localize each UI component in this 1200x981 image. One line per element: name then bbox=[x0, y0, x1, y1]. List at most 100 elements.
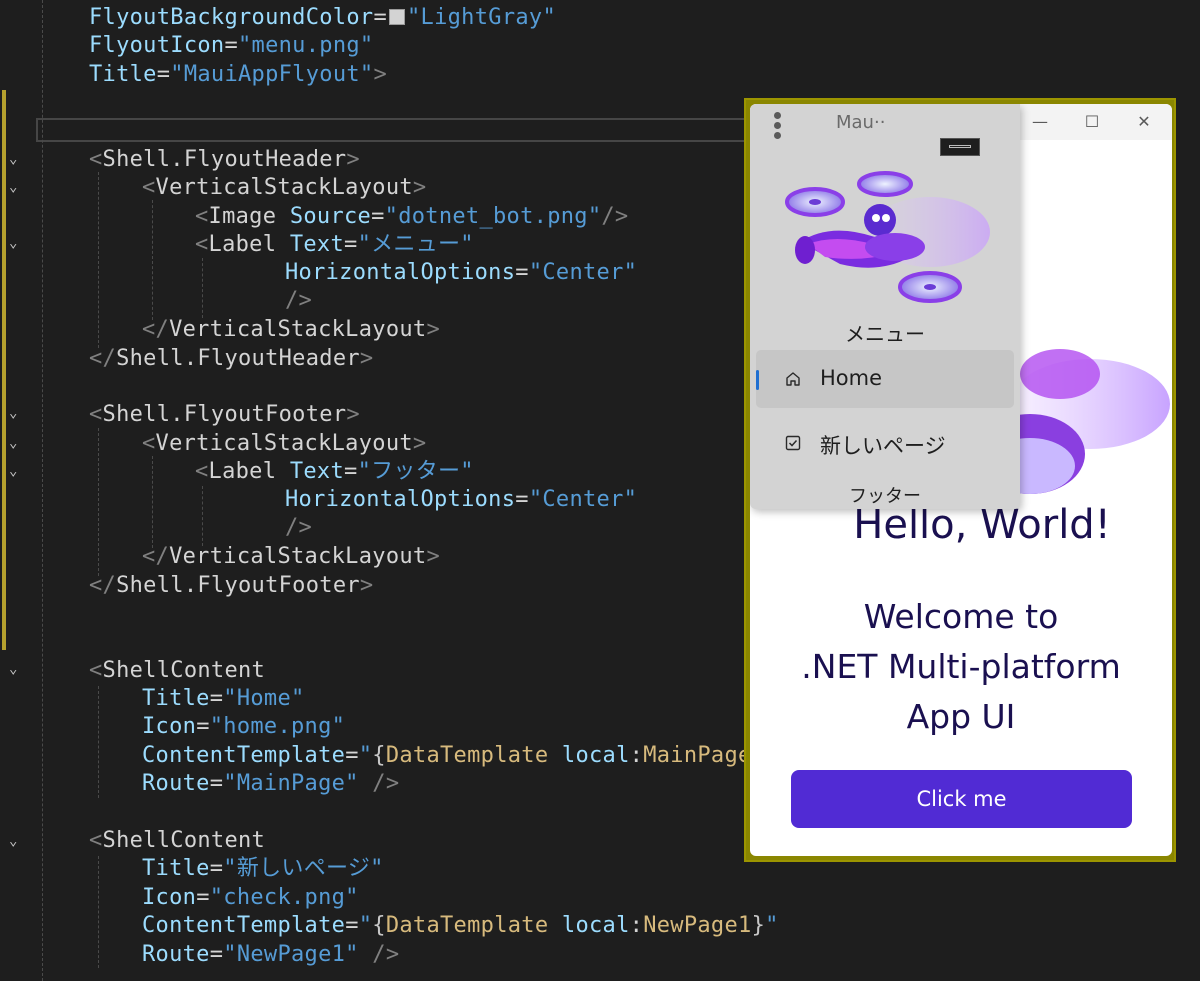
indent-guide bbox=[42, 0, 43, 981]
maui-app-window: — ☐ ✕ Hello, World! Welcome to .NET Mult… bbox=[750, 104, 1172, 856]
code-token: Image bbox=[208, 204, 290, 229]
fold-chevron-icon[interactable]: ⌄ bbox=[9, 662, 17, 676]
code-token: /> bbox=[601, 204, 629, 229]
code-token: "dotnet_bot.png" bbox=[384, 204, 602, 229]
click-me-button[interactable]: Click me bbox=[791, 770, 1132, 828]
code-line: Title="Home" bbox=[142, 685, 305, 713]
code-token: = bbox=[515, 487, 529, 512]
code-token: > bbox=[412, 175, 427, 200]
minimize-button[interactable]: — bbox=[1020, 108, 1060, 136]
code-token: "NewPage1" bbox=[223, 942, 359, 967]
fold-chevron-icon[interactable]: ⌄ bbox=[9, 180, 17, 194]
code-line: Title="新しいページ" bbox=[142, 855, 384, 883]
code-line: FlyoutIcon="menu.png" bbox=[89, 32, 373, 60]
indent-guide bbox=[152, 456, 153, 548]
home-icon bbox=[786, 372, 800, 386]
code-token: ShellContent bbox=[102, 658, 266, 683]
code-token: < bbox=[89, 828, 103, 853]
code-line: Icon="home.png" bbox=[142, 713, 345, 741]
code-token: > bbox=[359, 573, 374, 598]
flyout-footer-label: フッター bbox=[849, 486, 921, 507]
code-token: "Center" bbox=[528, 487, 638, 512]
maximize-button[interactable]: ☐ bbox=[1072, 108, 1112, 136]
code-token: HorizontalOptions bbox=[285, 260, 516, 285]
code-token: VerticalStackLayout bbox=[155, 175, 413, 200]
code-token: ShellContent bbox=[102, 828, 266, 853]
code-token: : bbox=[629, 743, 644, 768]
flyout-item-new-page[interactable]: 新しいページ bbox=[756, 414, 1014, 472]
fold-chevron-icon[interactable]: ⌄ bbox=[9, 236, 17, 250]
indent-guide bbox=[152, 200, 153, 320]
code-token: Text bbox=[289, 232, 345, 257]
menu-icon[interactable] bbox=[770, 112, 786, 146]
code-token: = bbox=[371, 204, 385, 229]
code-token: = bbox=[196, 714, 210, 739]
flyout-panel: Mau·· メニュー Home 新しいページ フッター bbox=[750, 104, 1020, 509]
code-token: "menu.png" bbox=[238, 33, 374, 58]
code-token: Title bbox=[142, 856, 210, 881]
code-token: = bbox=[515, 260, 529, 285]
code-line: Title="MauiAppFlyout"> bbox=[89, 61, 387, 89]
code-token: "LightGray" bbox=[407, 5, 556, 30]
code-token: : bbox=[629, 913, 644, 938]
code-token: > bbox=[359, 346, 374, 371]
dotnet-bot-header-image bbox=[785, 171, 990, 303]
code-token: < bbox=[195, 459, 209, 484]
code-token: VerticalStackLayout bbox=[169, 317, 427, 342]
fold-chevron-icon[interactable]: ⌄ bbox=[9, 834, 17, 848]
fold-chevron-icon[interactable]: ⌄ bbox=[9, 436, 17, 450]
code-line: ContentTemplate="{DataTemplate local:Mai… bbox=[142, 742, 765, 770]
code-token: = bbox=[344, 232, 358, 257]
code-token: = bbox=[224, 33, 238, 58]
code-line: <VerticalStackLayout> bbox=[142, 430, 426, 458]
code-token: "新しいページ" bbox=[223, 856, 384, 881]
code-token: Shell.FlyoutHeader bbox=[116, 346, 360, 371]
code-token: MainPage bbox=[643, 743, 752, 768]
code-token: ContentTemplate bbox=[142, 913, 346, 938]
flyout-item-home[interactable]: Home bbox=[756, 350, 1014, 408]
code-token: ContentTemplate bbox=[142, 743, 346, 768]
code-line: </VerticalStackLayout> bbox=[142, 316, 440, 344]
fold-chevron-icon[interactable]: ⌄ bbox=[9, 464, 17, 478]
checkbox-icon bbox=[785, 435, 801, 451]
code-token: Title bbox=[89, 62, 157, 87]
code-token: < bbox=[89, 658, 103, 683]
code-token: > bbox=[426, 544, 440, 569]
code-line: Icon="check.png" bbox=[142, 884, 359, 912]
code-token: < bbox=[195, 204, 209, 229]
code-line: Route="MainPage" /> bbox=[142, 770, 399, 798]
fold-chevron-icon[interactable]: ⌄ bbox=[9, 152, 17, 166]
code-token: "MauiAppFlyout" bbox=[170, 62, 374, 87]
code-line: <ShellContent bbox=[89, 827, 265, 855]
code-line: <Label Text="フッター" bbox=[195, 458, 474, 486]
code-token: Shell.FlyoutFooter bbox=[116, 573, 360, 598]
indent-guide bbox=[98, 172, 99, 348]
code-token: = bbox=[344, 459, 358, 484]
code-token: /> bbox=[285, 288, 313, 313]
code-line: Route="NewPage1" /> bbox=[142, 941, 399, 969]
code-line: /> bbox=[285, 287, 312, 315]
indent-guide bbox=[98, 686, 99, 798]
code-token: = bbox=[156, 62, 171, 87]
code-token: NewPage1 bbox=[643, 913, 752, 938]
indent-guide bbox=[98, 428, 99, 576]
code-token: </ bbox=[142, 544, 170, 569]
code-token: FlyoutIcon bbox=[89, 33, 225, 58]
code-token: /> bbox=[358, 942, 400, 967]
code-token: > bbox=[346, 402, 360, 427]
close-button[interactable]: ✕ bbox=[1124, 108, 1164, 136]
code-token: Shell.FlyoutHeader bbox=[102, 147, 347, 172]
flyout-item-label: Home bbox=[820, 366, 883, 390]
code-token: " bbox=[358, 743, 373, 768]
code-token: VerticalStackLayout bbox=[169, 544, 427, 569]
code-token: Route bbox=[142, 942, 210, 967]
selection-indicator bbox=[756, 370, 759, 390]
code-token: = bbox=[373, 5, 387, 30]
code-token: Title bbox=[142, 686, 210, 711]
fold-chevron-icon[interactable]: ⌄ bbox=[9, 406, 17, 420]
code-token: = bbox=[209, 771, 224, 796]
code-token: "Home" bbox=[223, 686, 305, 711]
code-token: < bbox=[142, 175, 156, 200]
code-token: { bbox=[372, 913, 386, 938]
code-token: Source bbox=[289, 204, 372, 229]
